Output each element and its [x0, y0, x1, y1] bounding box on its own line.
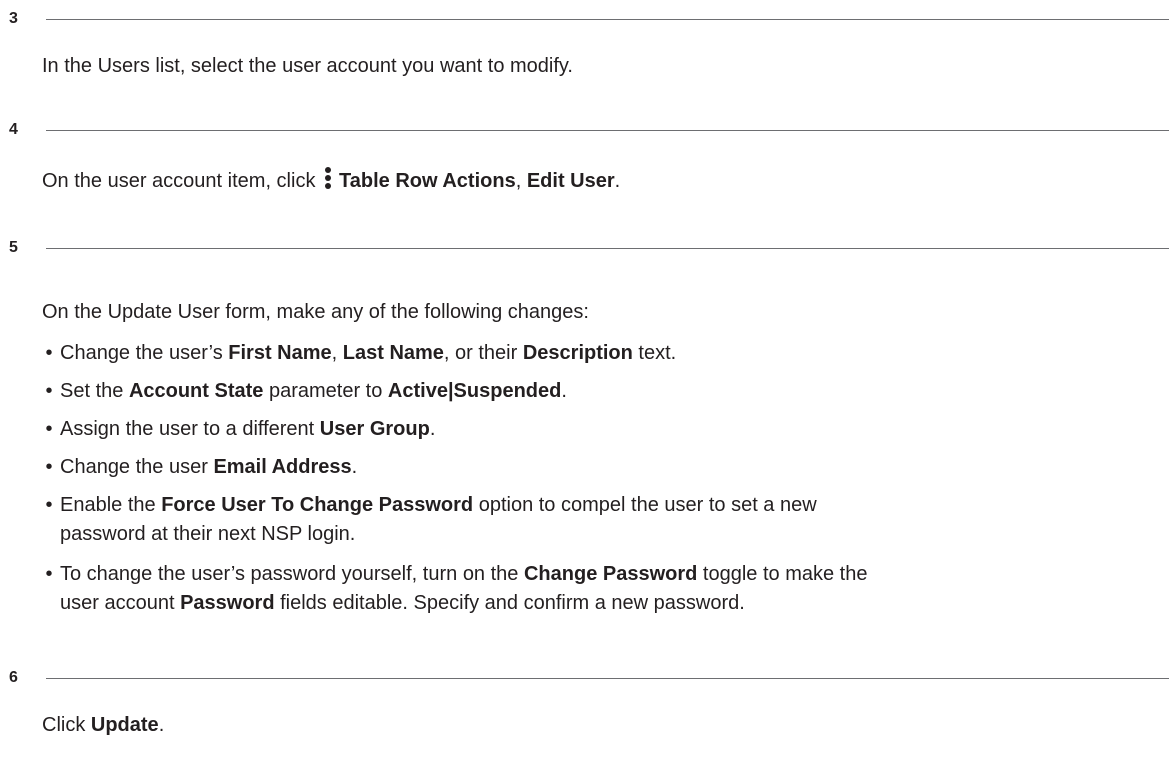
step-divider: [46, 130, 1169, 131]
bullet: •: [45, 380, 53, 402]
table-row-actions-label: Table Row Actions: [339, 170, 516, 192]
bullet: •: [45, 563, 53, 585]
step-4-prefix: On the user account item, click: [42, 170, 322, 192]
bullet: •: [45, 494, 53, 516]
step-3-header: 3: [0, 8, 1169, 30]
step-6-header: 6: [0, 667, 1169, 689]
bullet: •: [45, 418, 53, 440]
bullet: •: [45, 456, 53, 478]
step-3: 3: [0, 8, 1169, 30]
update-label: Update: [90, 714, 159, 736]
step-6: 6: [0, 667, 1169, 689]
step-divider: [46, 248, 1169, 249]
step-divider: [46, 19, 1169, 20]
step-5-intro: On the Update User form, make any of the…: [42, 301, 589, 323]
step-number: 6: [9, 669, 18, 686]
step-5-header: 5: [0, 237, 1169, 259]
step-4-header: 4: [0, 119, 1169, 141]
kebab-more-vertical-icon: [323, 165, 333, 193]
step-3-text: In the Users list, select the user accou…: [42, 55, 573, 77]
edit-user-label: Edit User: [526, 170, 615, 192]
step-4: 4: [0, 119, 1169, 141]
step-divider: [46, 678, 1169, 679]
step-number: 4: [9, 121, 18, 138]
bullet: •: [45, 342, 53, 364]
step-6-text: Click Update.: [42, 714, 165, 736]
step-4-text: On the user account item, click Table Ro…: [42, 165, 620, 193]
step-number: 3: [9, 10, 18, 27]
step-number: 5: [9, 239, 18, 256]
step-5: 5: [0, 237, 1169, 259]
